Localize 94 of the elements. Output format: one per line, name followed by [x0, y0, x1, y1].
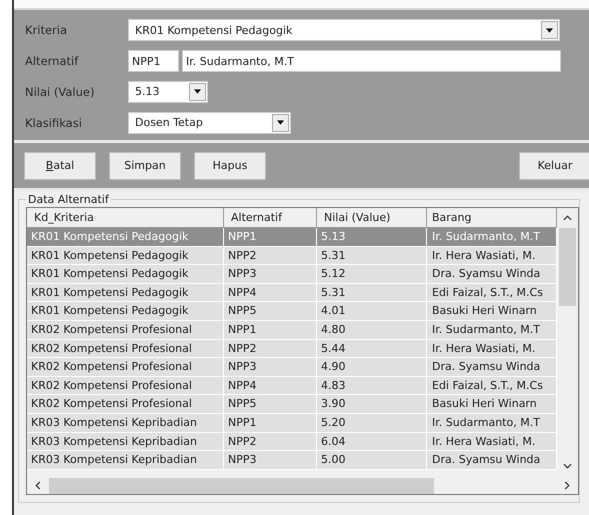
table-cell: 5.20 [317, 414, 427, 433]
table-cell: NPP1 [224, 320, 317, 340]
table-cell: 4.90 [317, 358, 427, 377]
table-cell: Ir. Sudarmanto, M.T [427, 228, 557, 247]
table-cell: Edi Faizal, S.T., M.Cs [427, 284, 557, 302]
table-cell: Ir. Sudarmanto, M.T [427, 320, 557, 340]
table-row[interactable]: KR02 Kompetensi Profesional NPP2 5.44 Ir. Hera Wasiati, M. [27, 340, 557, 358]
table-row[interactable]: KR02 Kompetensi Profesional NPP5 3.90 Basuki Heri Winarn [27, 395, 557, 414]
button[interactable]: Hapus [194, 152, 266, 180]
dropdown-button[interactable] [189, 82, 206, 101]
table-row[interactable]: KR02 Kompetensi Profesional NPP3 4.90 Dra. Syamsu Winda [27, 358, 557, 377]
scroll-right-icon[interactable] [564, 481, 570, 490]
table-cell: Ir. Hera Wasiati, M. [427, 432, 557, 452]
table-cell: 5.00 [317, 451, 427, 470]
table-cell: NPP3 [224, 451, 317, 470]
table-cell: NPP3 [224, 358, 317, 377]
table-cell: 5.31 [317, 284, 427, 302]
group-title: Data Alternatif [27, 193, 110, 206]
table-cell: KR02 Kompetensi Profesional [27, 340, 224, 358]
caret-icon [277, 120, 284, 126]
table-cell: NPP5 [224, 395, 317, 414]
table-row[interactable]: KR03 Kompetensi Kepribadian NPP1 5.20 Ir. Sudarmanto, M.T [27, 414, 557, 433]
table-cell: 5.13 [317, 228, 427, 247]
scroll-down-icon[interactable] [563, 463, 572, 469]
table-cell: KR02 Kompetensi Profesional [27, 320, 224, 340]
column-header[interactable]: Kd_Kriteria [27, 208, 224, 228]
dropdown-button[interactable] [541, 21, 558, 40]
table-cell: KR01 Kompetensi Pedagogik [27, 246, 224, 266]
table-cell: KR03 Kompetensi Kepribadian [27, 451, 224, 470]
field-label: Kriteria [25, 23, 68, 38]
button[interactable]: Simpan [109, 152, 181, 180]
table-row[interactable]: KR03 Kompetensi Kepribadian NPP3 5.00 Dra. Syamsu Winda [27, 451, 557, 470]
scroll-left-icon[interactable] [35, 481, 41, 490]
table-cell: NPP2 [224, 246, 317, 266]
field-label: Alternatif [25, 54, 80, 68]
table-row[interactable]: KR01 Kompetensi Pedagogik NPP3 5.12 Dra. Syamsu Winda [27, 265, 557, 284]
table-cell: Ir. Sudarmanto, M.T [427, 414, 557, 433]
table-cell: 3.90 [317, 395, 427, 414]
table-cell: NPP3 [224, 265, 317, 284]
table-cell: NPP1 [224, 414, 317, 433]
table-cell: NPP2 [224, 432, 317, 452]
column-header[interactable]: Nilai (Value) [317, 208, 427, 228]
table-cell: KR02 Kompetensi Profesional [27, 395, 224, 414]
dropdown-field[interactable]: 5.13 [128, 80, 208, 103]
table-cell: 4.83 [317, 376, 427, 396]
table-cell: 4.80 [317, 320, 427, 340]
dropdown-field[interactable]: Dosen Tetap [128, 112, 291, 134]
table-cell: Dra. Syamsu Winda [427, 358, 557, 377]
table-row[interactable]: KR01 Kompetensi Pedagogik NPP5 4.01 Basuki Heri Winarn [27, 302, 557, 321]
table-cell: KR01 Kompetensi Pedagogik [27, 284, 224, 302]
table-row[interactable]: KR02 Kompetensi Profesional NPP4 4.83 Edi Faizal, S.T., M.Cs [27, 376, 557, 396]
field-label: Nilai (Value) [25, 84, 96, 99]
table-cell: KR03 Kompetensi Kepribadian [27, 432, 224, 452]
table-cell: KR01 Kompetensi Pedagogik [27, 302, 224, 321]
button[interactable]: Batal [24, 152, 96, 180]
table-cell: NPP5 [224, 302, 317, 321]
table-cell: Dra. Syamsu Winda [427, 265, 557, 284]
column-header[interactable]: Barang [427, 208, 557, 228]
table-cell: KR01 Kompetensi Pedagogik [27, 228, 224, 247]
table-cell: KR01 Kompetensi Pedagogik [27, 265, 224, 284]
table-cell: Ir. Hera Wasiati, M. [427, 246, 557, 266]
scroll-thumb[interactable] [49, 478, 434, 494]
table-cell: KR02 Kompetensi Profesional [27, 358, 224, 377]
table-cell: KR02 Kompetensi Profesional [27, 376, 224, 396]
dropdown-button[interactable] [272, 114, 289, 132]
table-cell: 5.12 [317, 265, 427, 284]
table-cell: Ir. Hera Wasiati, M. [427, 340, 557, 358]
table-cell: NPP1 [224, 228, 317, 247]
scroll-up-icon[interactable] [563, 215, 572, 221]
table-cell: 4.01 [317, 302, 427, 321]
scroll-thumb[interactable] [559, 228, 576, 306]
table-cell: Basuki Heri Winarn [427, 302, 557, 321]
field-label: Klasifikasi [25, 116, 83, 130]
table-cell: NPP4 [224, 376, 317, 396]
table-cell: 6.04 [317, 432, 427, 452]
table-cell: Dra. Syamsu Winda [427, 451, 557, 470]
table-cell: KR03 Kompetensi Kepribadian [27, 414, 224, 433]
caret-icon [194, 89, 201, 94]
table-cell: 5.44 [317, 340, 427, 358]
button[interactable]: Keluar [519, 152, 589, 180]
column-header[interactable]: Alternatif [224, 208, 317, 228]
caret-icon [546, 28, 553, 33]
input-field[interactable]: Ir. Sudarmanto, M.T [182, 50, 561, 72]
input-field[interactable]: NPP1 [128, 50, 179, 72]
table-row[interactable]: KR02 Kompetensi Profesional NPP1 4.80 Ir. Sudarmanto, M.T [27, 320, 557, 340]
table-row[interactable]: KR01 Kompetensi Pedagogik NPP4 5.31 Edi Faizal, S.T., M.Cs [27, 284, 557, 302]
table-row[interactable]: KR03 Kompetensi Kepribadian NPP2 6.04 Ir. Hera Wasiati, M. [27, 432, 557, 452]
dropdown-field[interactable]: KR01 Kompetensi Pedagogik [128, 19, 560, 42]
table-cell: NPP2 [224, 340, 317, 358]
table-cell: Basuki Heri Winarn [427, 395, 557, 414]
table-cell: NPP4 [224, 284, 317, 302]
table-row[interactable]: KR01 Kompetensi Pedagogik NPP2 5.31 Ir. Hera Wasiati, M. [27, 246, 557, 266]
table-cell: Edi Faizal, S.T., M.Cs [427, 376, 557, 396]
table-cell: 5.31 [317, 246, 427, 266]
